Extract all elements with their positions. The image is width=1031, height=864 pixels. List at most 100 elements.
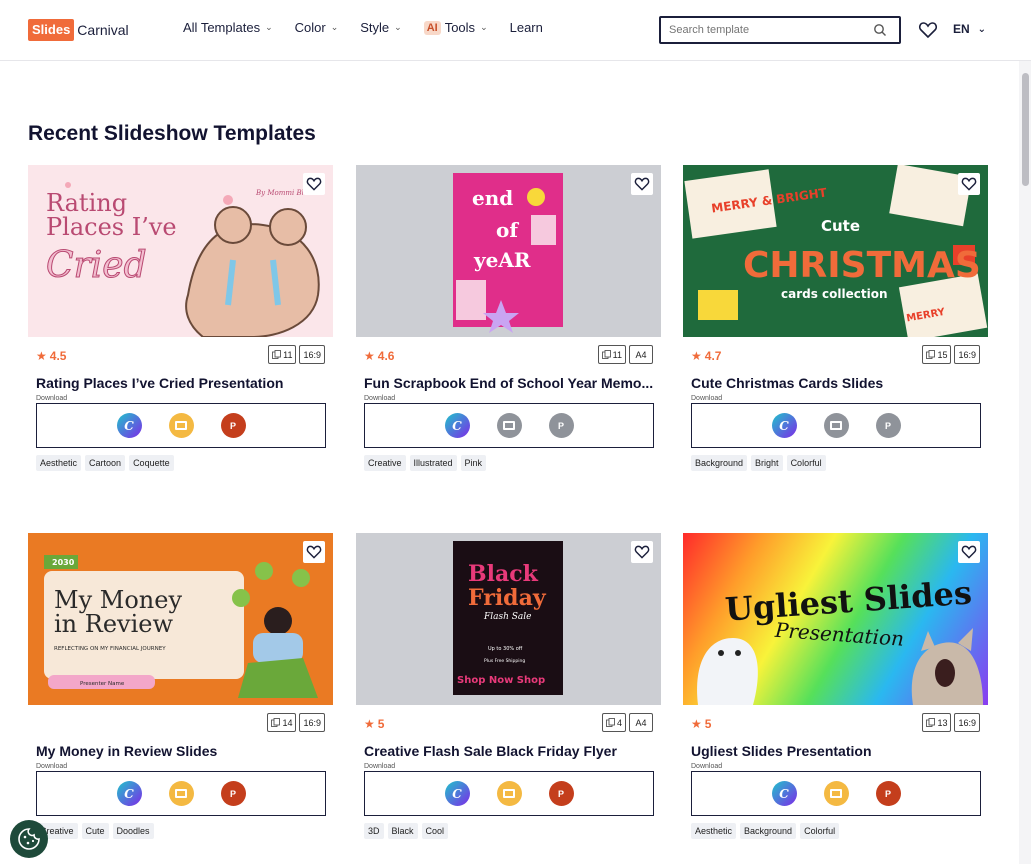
template-card[interactable]: Ugliest Slides Presentation ★ 5 13 16:9 U… — [683, 533, 988, 839]
canva-icon[interactable]: C — [771, 781, 797, 806]
tag[interactable]: Colorful — [786, 455, 826, 471]
template-thumbnail[interactable]: 2030 My Money in Review REFLECTING ON MY… — [28, 533, 333, 705]
powerpoint-icon[interactable]: P — [875, 413, 901, 438]
template-card[interactable]: Rating Places I’ve Cried By Mommi Bh ★ 4.… — [28, 165, 333, 471]
card-title[interactable]: Fun Scrapbook End of School Year Memo... — [364, 375, 654, 391]
nav-style[interactable]: Style ⌄ — [360, 20, 401, 35]
tag[interactable]: Coquette — [129, 455, 174, 471]
nav-color[interactable]: Color ⌄ — [295, 20, 339, 35]
tag[interactable]: Black — [387, 823, 418, 839]
powerpoint-icon[interactable]: P — [548, 781, 574, 806]
favorite-button[interactable] — [303, 541, 325, 563]
powerpoint-icon[interactable]: P — [220, 413, 246, 438]
template-card[interactable]: 2030 My Money in Review REFLECTING ON MY… — [28, 533, 333, 839]
template-thumbnail[interactable]: end of yeAR — [356, 165, 661, 337]
template-thumbnail[interactable]: MERRY & BRIGHT MERRY Cute CHRISTMAS card… — [683, 165, 988, 337]
powerpoint-icon[interactable]: P — [220, 781, 246, 806]
thumb-presenter: Presenter Name — [80, 681, 125, 687]
ai-badge: AI — [423, 20, 441, 35]
card-meta: ★ 5 4 A4 — [356, 705, 661, 739]
nav-label: Style — [360, 20, 390, 35]
thumb-line2: Friday — [468, 585, 547, 611]
tag[interactable]: Colorful — [800, 823, 840, 839]
powerpoint-icon[interactable]: P — [548, 413, 574, 438]
download-options: C P — [36, 771, 326, 816]
google-slides-icon[interactable] — [823, 781, 849, 806]
nav-learn[interactable]: Learn — [510, 20, 543, 35]
card-title[interactable]: Rating Places I’ve Cried Presentation — [36, 375, 326, 391]
tag[interactable]: Cute — [81, 823, 109, 839]
template-card[interactable]: MERRY & BRIGHT MERRY Cute CHRISTMAS card… — [683, 165, 988, 471]
cookie-settings-button[interactable] — [10, 820, 48, 858]
rating: ★ 4.5 — [36, 349, 66, 363]
logo[interactable]: Slides Carnival — [28, 18, 129, 42]
tag[interactable]: Illustrated — [409, 455, 457, 471]
template-card[interactable]: end of yeAR ★ 4.6 11 A4 Fun Scrapbook End… — [356, 165, 661, 471]
canva-icon[interactable]: C — [444, 781, 470, 806]
tag[interactable]: Background — [740, 823, 797, 839]
tag[interactable]: Cartoon — [85, 455, 126, 471]
rating: ★ 5 — [364, 717, 384, 731]
tag[interactable]: Aesthetic — [36, 455, 82, 471]
language-selector[interactable]: EN ⌄ — [953, 22, 986, 36]
template-thumbnail[interactable]: Ugliest Slides Presentation — [683, 533, 988, 705]
favorite-button[interactable] — [303, 173, 325, 195]
google-slides-icon[interactable] — [496, 781, 522, 806]
download-label: Download — [691, 395, 723, 402]
favorite-button[interactable] — [631, 541, 653, 563]
thumb-line3: Cried — [46, 245, 147, 286]
google-slides-icon[interactable] — [168, 781, 194, 806]
canva-icon[interactable]: C — [444, 413, 470, 438]
tag-list: Creative Illustrated Pink — [364, 455, 661, 471]
search-icon[interactable] — [873, 23, 887, 37]
slide-count-chip: 11 — [597, 345, 626, 364]
thumbnail-art: MERRY & BRIGHT MERRY Cute CHRISTMAS card… — [684, 165, 988, 337]
slide-count: 11 — [283, 349, 293, 360]
tag[interactable]: Pink — [460, 455, 487, 471]
copy-icon — [601, 350, 611, 359]
google-slides-icon[interactable] — [496, 413, 522, 438]
canva-icon[interactable]: C — [116, 413, 142, 438]
tag[interactable]: Creative — [364, 455, 406, 471]
rating-value: 4.5 — [49, 349, 67, 363]
card-title[interactable]: Cute Christmas Cards Slides — [691, 375, 981, 391]
chevron-down-icon: ⌄ — [977, 23, 987, 35]
nav-label: All Templates — [183, 20, 261, 35]
canva-icon[interactable]: C — [116, 781, 142, 806]
powerpoint-icon[interactable]: P — [875, 781, 901, 806]
google-slides-icon[interactable] — [168, 413, 194, 438]
google-slides-icon[interactable] — [823, 413, 849, 438]
slide-count: 4 — [616, 717, 622, 728]
tag[interactable]: Bright — [751, 455, 783, 471]
tag[interactable]: Doodles — [112, 823, 154, 839]
star-icon: ★ — [36, 349, 47, 363]
favorites-heart-icon[interactable] — [918, 20, 938, 40]
scroll-thumb[interactable] — [1022, 73, 1029, 186]
card-title[interactable]: Ugliest Slides Presentation — [691, 743, 981, 759]
favorite-button[interactable] — [958, 541, 980, 563]
thumbnail-art: Rating Places I’ve Cried By Mommi Bh — [46, 182, 320, 337]
slide-count: 14 — [282, 717, 293, 728]
template-thumbnail[interactable]: Black Friday Flash Sale Up to 30% off Pl… — [356, 533, 661, 705]
nav-all-templates[interactable]: All Templates ⌄ — [183, 20, 273, 35]
canva-icon[interactable]: C — [771, 413, 797, 438]
tag[interactable]: Background — [691, 455, 748, 471]
card-title[interactable]: My Money in Review Slides — [36, 743, 326, 759]
ratio-chip: A4 — [629, 713, 653, 732]
favorite-button[interactable] — [631, 173, 653, 195]
tag[interactable]: 3D — [364, 823, 384, 839]
card-title[interactable]: Creative Flash Sale Black Friday Flyer — [364, 743, 654, 759]
search-input[interactable] — [661, 24, 861, 36]
tag-list: 3D Black Cool — [364, 823, 661, 839]
nav-ai-tools[interactable]: AI Tools ⌄ — [423, 20, 488, 35]
template-card[interactable]: Black Friday Flash Sale Up to 30% off Pl… — [356, 533, 661, 839]
download-options: C P — [691, 771, 981, 816]
favorite-button[interactable] — [958, 173, 980, 195]
ratio-chip: 16:9 — [954, 713, 980, 732]
heart-icon — [961, 177, 977, 191]
tag[interactable]: Aesthetic — [691, 823, 737, 839]
card-meta: ★ 4.6 11 A4 — [356, 337, 661, 371]
tag[interactable]: Cool — [421, 823, 449, 839]
scrollbar[interactable] — [1019, 61, 1031, 864]
template-thumbnail[interactable]: Rating Places I’ve Cried By Mommi Bh — [28, 165, 333, 337]
